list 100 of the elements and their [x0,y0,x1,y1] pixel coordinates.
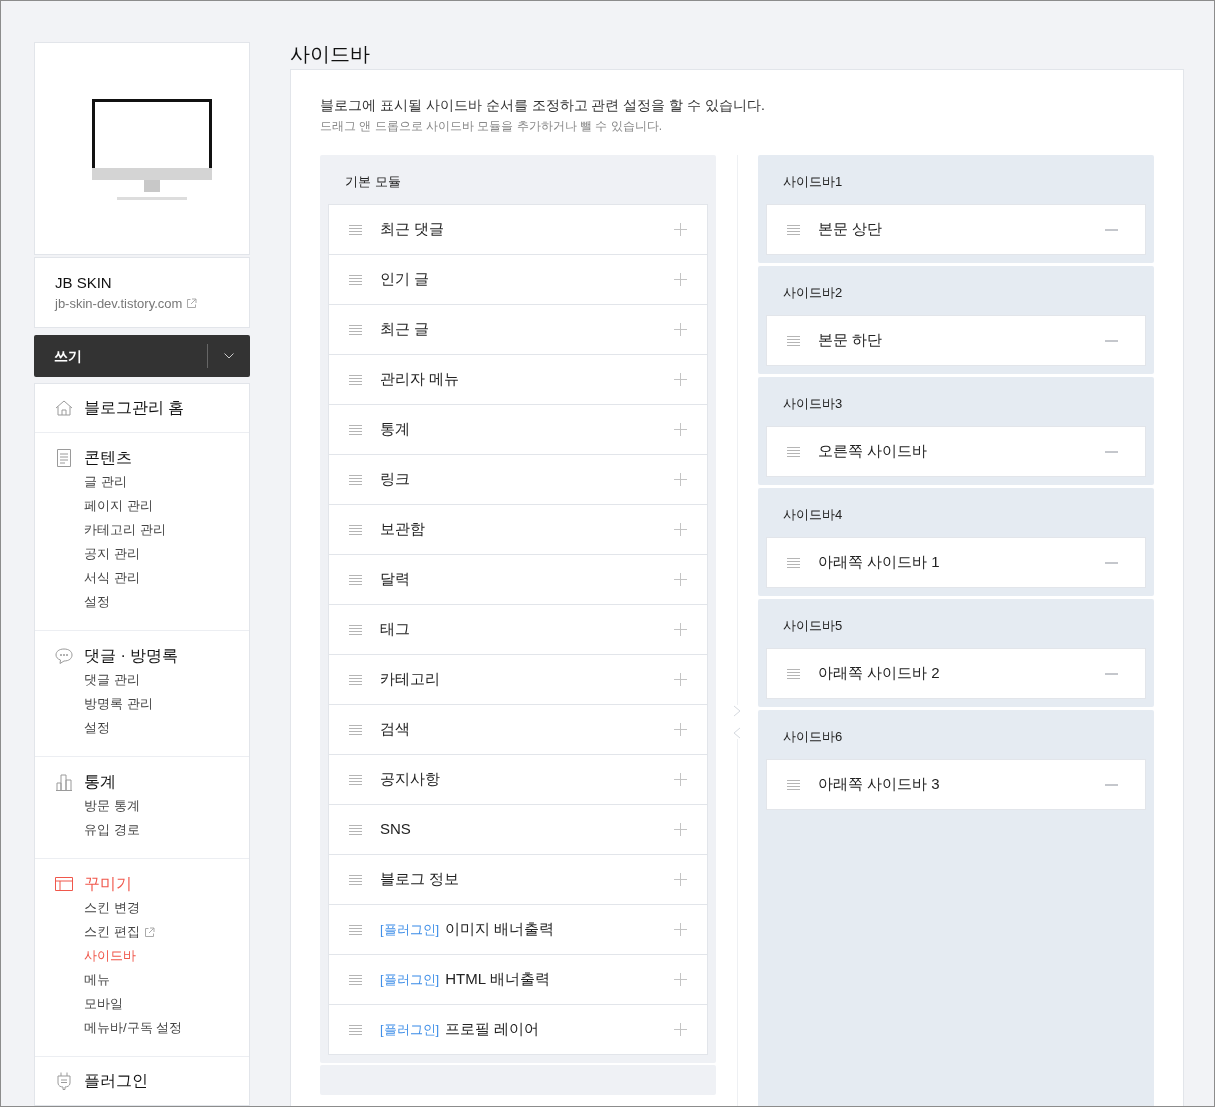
module-item[interactable]: 블로그 정보 [328,854,708,905]
nav-item[interactable]: 설정 [84,592,110,612]
plus-icon[interactable] [674,223,687,236]
module-item[interactable]: 아래쪽 사이드바 3 [766,759,1146,810]
module-item[interactable]: 카테고리 [328,654,708,705]
nav-item[interactable]: 메뉴 [84,970,110,990]
nav-item[interactable]: 페이지 관리 [84,496,153,516]
nav-group[interactable]: 콘텐츠 [35,446,249,470]
nav-item[interactable]: 방문 통계 [84,796,140,816]
module-item[interactable]: 인기 글 [328,254,708,305]
drag-handle-icon[interactable] [349,674,362,685]
module-item[interactable]: 링크 [328,454,708,505]
module-item[interactable]: 오른쪽 사이드바 [766,426,1146,477]
nav-group[interactable]: 꾸미기 [35,872,249,896]
drag-handle-icon[interactable] [349,524,362,535]
drag-handle-icon[interactable] [349,924,362,935]
chevron-down-icon[interactable] [224,353,234,360]
module-item[interactable]: 공지사항 [328,754,708,805]
plus-icon[interactable] [674,673,687,686]
plus-icon[interactable] [674,923,687,936]
nav-item[interactable]: 유입 경로 [84,820,140,840]
drag-handle-icon[interactable] [349,324,362,335]
drag-handle-icon[interactable] [349,224,362,235]
module-label: SNS [380,819,411,840]
nav-item[interactable]: 공지 관리 [84,544,140,564]
drag-handle-icon[interactable] [787,446,800,457]
module-item[interactable]: 본문 하단 [766,315,1146,366]
plus-icon[interactable] [674,373,687,386]
drag-handle-icon[interactable] [787,779,800,790]
move-arrows-icon [733,705,741,739]
nav-item[interactable]: 스킨 편집 [84,922,155,942]
minus-icon[interactable] [1105,450,1118,453]
minus-icon[interactable] [1105,672,1118,675]
nav-item[interactable]: 서식 관리 [84,568,140,588]
drag-handle-icon[interactable] [349,424,362,435]
write-button[interactable]: 쓰기 [34,335,250,377]
plus-icon[interactable] [674,323,687,336]
plus-icon[interactable] [674,623,687,636]
plus-icon[interactable] [674,1023,687,1036]
drag-handle-icon[interactable] [349,824,362,835]
blog-url[interactable]: jb-skin-dev.tistory.com [55,293,183,314]
plus-icon[interactable] [674,873,687,886]
plus-icon[interactable] [674,723,687,736]
plus-icon[interactable] [674,823,687,836]
nav-group[interactable]: 플러그인 [35,1069,249,1093]
nav-group[interactable]: 블로그관리 홈 [35,396,249,420]
nav-item[interactable]: 글 관리 [84,472,127,492]
drag-handle-icon[interactable] [349,574,362,585]
plus-icon[interactable] [674,973,687,986]
nav-item[interactable]: 설정 [84,718,110,738]
module-item[interactable]: [플러그인] HTML 배너출력 [328,954,708,1005]
module-item[interactable]: [플러그인] 프로필 레이어 [328,1004,708,1055]
minus-icon[interactable] [1105,339,1118,342]
drag-handle-icon[interactable] [349,474,362,485]
minus-icon[interactable] [1105,783,1118,786]
drag-handle-icon[interactable] [349,1024,362,1035]
drag-handle-icon[interactable] [787,557,800,568]
module-item[interactable]: 본문 상단 [766,204,1146,255]
plus-icon[interactable] [674,573,687,586]
minus-icon[interactable] [1105,228,1118,231]
drag-handle-icon[interactable] [349,274,362,285]
nav-item[interactable]: 댓글 관리 [84,670,140,690]
module-item[interactable]: 달력 [328,554,708,605]
module-item[interactable]: 관리자 메뉴 [328,354,708,405]
nav-item[interactable]: 방명록 관리 [84,694,153,714]
nav-group[interactable]: 통계 [35,770,249,794]
plus-icon[interactable] [674,473,687,486]
module-label: 아래쪽 사이드바 1 [818,552,940,573]
drag-handle-icon[interactable] [787,335,800,346]
module-item[interactable]: 보관함 [328,504,708,555]
nav-item[interactable]: 메뉴바/구독 설정 [84,1018,183,1038]
module-item[interactable]: 최근 댓글 [328,204,708,255]
drag-handle-icon[interactable] [787,668,800,679]
minus-icon[interactable] [1105,561,1118,564]
module-item[interactable]: 아래쪽 사이드바 1 [766,537,1146,588]
drag-handle-icon[interactable] [787,224,800,235]
drag-handle-icon[interactable] [349,724,362,735]
drag-handle-icon[interactable] [349,774,362,785]
nav-item[interactable]: 스킨 변경 [84,898,140,918]
drag-handle-icon[interactable] [349,974,362,985]
nav-item[interactable]: 카테고리 관리 [84,520,166,540]
plus-icon[interactable] [674,773,687,786]
module-item[interactable]: 검색 [328,704,708,755]
nav-item[interactable]: 모바일 [84,994,123,1014]
module-label: 인기 글 [380,269,430,290]
plus-icon[interactable] [674,273,687,286]
module-item[interactable]: [플러그인] 이미지 배너출력 [328,904,708,955]
module-item[interactable]: 최근 글 [328,304,708,355]
external-link-icon [186,297,198,309]
module-item[interactable]: 태그 [328,604,708,655]
nav-group[interactable]: 댓글 · 방명록 [35,644,249,668]
plus-icon[interactable] [674,523,687,536]
module-item[interactable]: 아래쪽 사이드바 2 [766,648,1146,699]
plus-icon[interactable] [674,423,687,436]
drag-handle-icon[interactable] [349,374,362,385]
drag-handle-icon[interactable] [349,874,362,885]
module-item[interactable]: 통계 [328,404,708,455]
module-item[interactable]: SNS [328,804,708,855]
drag-handle-icon[interactable] [349,624,362,635]
nav-item[interactable]: 사이드바 [84,946,136,966]
